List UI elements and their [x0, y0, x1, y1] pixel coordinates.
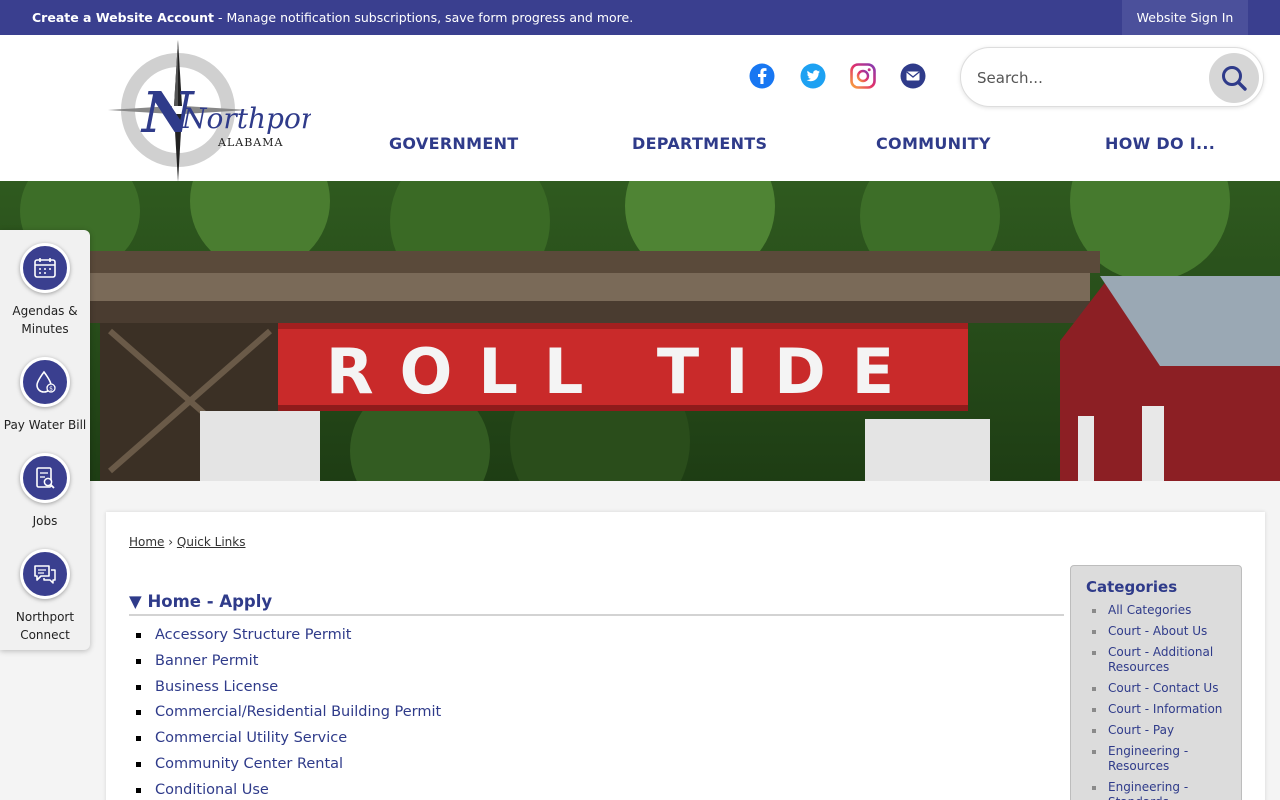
rail-item-pay-water-bill[interactable]: $ Pay Water Bill: [0, 357, 90, 434]
create-account-banner[interactable]: Create a Website Account - Manage notifi…: [32, 10, 633, 25]
site-header: N Northport ALABAMA: [0, 35, 1280, 182]
category-item[interactable]: Court - About Us: [1086, 624, 1236, 639]
category-item[interactable]: Court - Pay: [1086, 723, 1236, 738]
search-button[interactable]: [1209, 53, 1259, 103]
quick-link-item[interactable]: Accessory Structure Permit: [129, 624, 441, 650]
rail-item-northport-connect[interactable]: Northport Connect: [0, 549, 90, 644]
rail-item-jobs[interactable]: Jobs: [0, 453, 90, 530]
rail-label-pay-water-bill: Pay Water Bill: [3, 418, 87, 432]
website-sign-in-button[interactable]: Website Sign In: [1122, 0, 1248, 35]
logo-state: ALABAMA: [217, 136, 283, 149]
nav-community[interactable]: COMMUNITY: [876, 134, 991, 153]
categories-panel: Categories All Categories Court - About …: [1070, 565, 1242, 800]
instagram-icon[interactable]: [850, 63, 876, 89]
section-title: Home - Apply: [147, 592, 273, 611]
breadcrumb: Home › Quick Links: [129, 535, 245, 549]
svg-text:$: $: [49, 386, 53, 393]
quick-link-item[interactable]: Conditional Use: [129, 779, 441, 800]
quick-link-item[interactable]: Business License: [129, 676, 441, 702]
rail-label-jobs: Jobs: [32, 514, 58, 528]
rail-circle[interactable]: [20, 549, 70, 599]
banner-sign-text: ROLL TIDE: [326, 335, 920, 408]
collapse-arrow-icon[interactable]: ▼: [129, 592, 142, 611]
roll-tide-bridge-image: ROLL TIDE: [0, 181, 1280, 481]
email-icon[interactable]: [900, 63, 926, 89]
utility-bar: Create a Website Account - Manage notifi…: [0, 0, 1280, 35]
hero-banner: ROLL TIDE: [0, 181, 1280, 481]
nav-government[interactable]: GOVERNMENT: [389, 134, 518, 153]
category-item[interactable]: Court - Contact Us: [1086, 681, 1236, 696]
rail-label-agendas: Agendas & Minutes: [12, 304, 78, 336]
category-item[interactable]: Court - Additional Resources: [1086, 645, 1236, 675]
rail-circle[interactable]: [20, 453, 70, 503]
twitter-icon[interactable]: [800, 63, 826, 89]
breadcrumb-quick-links[interactable]: Quick Links: [177, 535, 246, 549]
quick-links-rail: Agendas & Minutes $ Pay Water Bill Jobs: [0, 230, 90, 650]
search-input[interactable]: [977, 64, 1197, 92]
nav-departments[interactable]: DEPARTMENTS: [632, 134, 767, 153]
category-item[interactable]: All Categories: [1086, 603, 1236, 618]
category-item[interactable]: Engineering - Resources: [1086, 744, 1236, 774]
rail-circle[interactable]: $: [20, 357, 70, 407]
facebook-icon[interactable]: [749, 63, 775, 89]
categories-list: All Categories Court - About Us Court - …: [1086, 603, 1236, 800]
category-item[interactable]: Engineering - Standards: [1086, 780, 1236, 800]
quick-link-item[interactable]: Banner Permit: [129, 650, 441, 676]
water-drop-icon: $: [36, 370, 56, 393]
quick-link-item[interactable]: Community Center Rental: [129, 753, 441, 779]
northport-logo[interactable]: N Northport ALABAMA: [106, 40, 311, 182]
main-content: Home › Quick Links ▼ Home - Apply Access…: [106, 512, 1265, 800]
create-account-link[interactable]: Create a Website Account: [32, 10, 214, 25]
document-search-icon: [36, 467, 55, 489]
rail-label-northport-connect: Northport Connect: [15, 610, 75, 642]
rail-item-agendas[interactable]: Agendas & Minutes: [0, 243, 90, 338]
quick-link-list: Accessory Structure Permit Banner Permit…: [129, 624, 441, 800]
search-icon: [1222, 66, 1247, 91]
chat-icon: [34, 565, 56, 584]
rail-circle[interactable]: [20, 243, 70, 293]
search-box: [960, 47, 1264, 107]
calendar-icon: [34, 258, 56, 278]
categories-heading: Categories: [1086, 578, 1178, 596]
breadcrumb-separator: ›: [168, 535, 174, 549]
quick-link-item[interactable]: Commercial/Residential Building Permit: [129, 701, 441, 727]
create-account-description: - Manage notification subscriptions, sav…: [214, 10, 634, 25]
quick-link-item[interactable]: Commercial Utility Service: [129, 727, 441, 753]
nav-how-do-i[interactable]: HOW DO I...: [1105, 134, 1215, 153]
logo-wordmark: Northport: [181, 102, 311, 135]
category-item[interactable]: Court - Information: [1086, 702, 1236, 717]
breadcrumb-home[interactable]: Home: [129, 535, 164, 549]
section-home-apply[interactable]: ▼ Home - Apply: [129, 592, 1064, 616]
